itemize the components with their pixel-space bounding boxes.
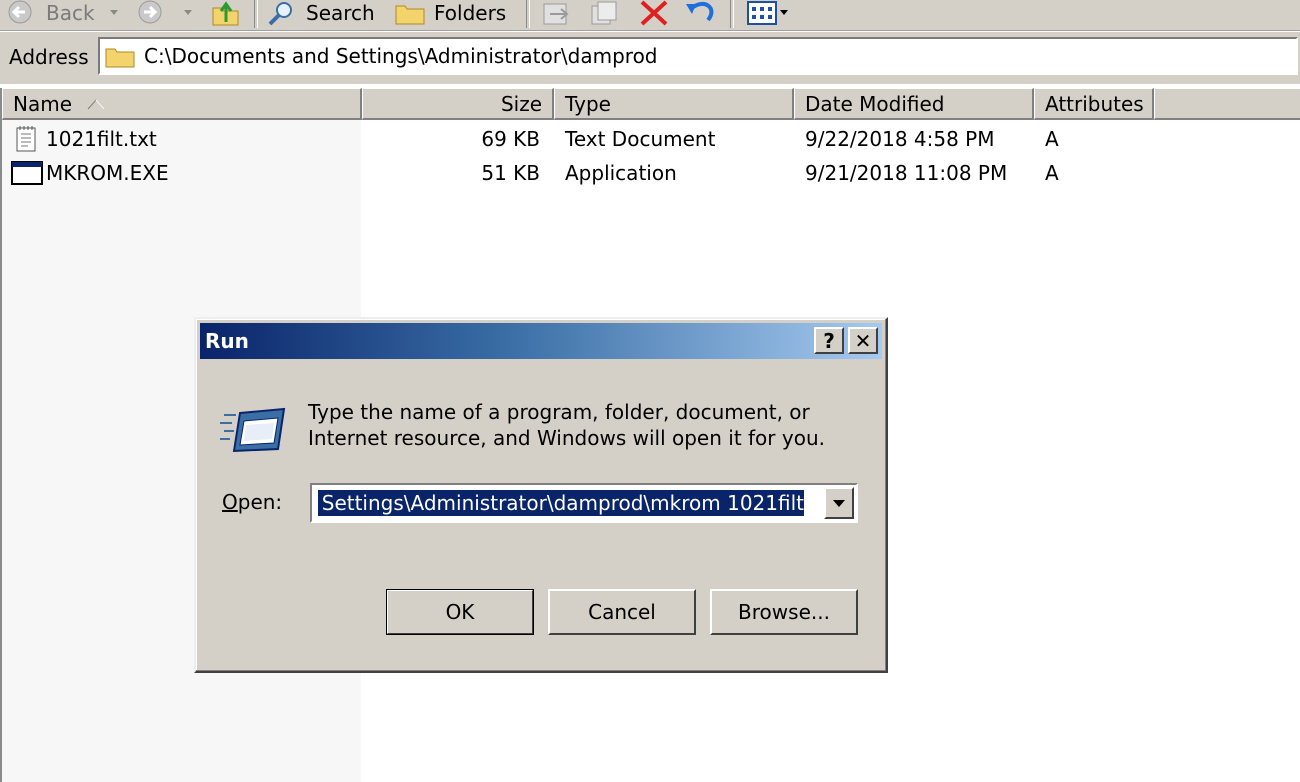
- run-dialog: Run ? ✕ Type the name of a program, fold…: [194, 317, 888, 673]
- file-type: Application: [565, 161, 677, 185]
- chevron-down-icon: [833, 500, 845, 507]
- explorer-toolbar: Back Search Folders: [0, 0, 1300, 31]
- prompt-line-1: Type the name of a program, folder, docu…: [308, 400, 810, 424]
- file-size: 69 KB: [481, 127, 540, 151]
- copy-to-icon: [591, 1, 617, 25]
- file-row[interactable]: 1021filt.txt 69 KB Text Document 9/22/20…: [0, 123, 1300, 155]
- open-dropdown-button[interactable]: [824, 487, 854, 519]
- column-header-attributes[interactable]: Attributes: [1034, 88, 1154, 120]
- address-bar: Address C:\Documents and Settings\Admini…: [0, 32, 1300, 85]
- back-dropdown-icon[interactable]: [108, 0, 120, 26]
- forward-button[interactable]: [134, 0, 166, 26]
- run-program-icon: [220, 407, 286, 453]
- dialog-title: Run: [205, 329, 249, 353]
- file-name: 1021filt.txt: [46, 127, 157, 151]
- column-header-name-label: Name: [13, 91, 73, 116]
- views-grid-icon: [747, 1, 788, 25]
- ok-button-label: OK: [445, 600, 475, 624]
- column-header-size[interactable]: Size: [362, 88, 554, 120]
- file-attributes: A: [1045, 161, 1059, 185]
- views-button[interactable]: [746, 0, 792, 26]
- application-icon: [11, 161, 43, 185]
- delete-x-icon: [640, 0, 668, 26]
- browse-button[interactable]: Browse...: [710, 589, 858, 635]
- file-size: 51 KB: [481, 161, 540, 185]
- address-input[interactable]: C:\Documents and Settings\Administrator\…: [98, 37, 1298, 75]
- back-button[interactable]: Back: [6, 0, 95, 26]
- help-button[interactable]: ?: [814, 327, 844, 354]
- toolbar-separator: [254, 0, 258, 28]
- browse-button-label: Browse...: [738, 600, 830, 624]
- up-folder-button[interactable]: [210, 0, 242, 26]
- move-to-button[interactable]: [540, 0, 574, 26]
- up-folder-icon: [212, 1, 239, 26]
- text-file-icon: [16, 126, 36, 152]
- column-header-date-modified[interactable]: Date Modified: [794, 88, 1034, 120]
- cancel-button-label: Cancel: [588, 600, 656, 624]
- sort-ascending-icon: [87, 98, 105, 109]
- open-input-value[interactable]: nd Settings\Administrator\damprod\mkrom …: [318, 490, 804, 516]
- address-path: C:\Documents and Settings\Administrator\…: [144, 44, 658, 68]
- search-button[interactable]: Search: [266, 0, 375, 26]
- list-border: [0, 88, 2, 782]
- forward-dropdown-icon[interactable]: [182, 0, 194, 26]
- file-date: 9/22/2018 4:58 PM: [805, 127, 995, 151]
- undo-icon: [686, 1, 714, 22]
- folders-button[interactable]: Folders: [394, 0, 506, 26]
- ok-button[interactable]: OK: [386, 589, 534, 635]
- folder-icon: [105, 48, 135, 68]
- search-label: Search: [306, 1, 375, 25]
- close-button[interactable]: ✕: [848, 327, 878, 354]
- column-header-size-label: Size: [500, 91, 542, 116]
- file-type: Text Document: [565, 127, 716, 151]
- back-arrow-icon: [8, 0, 32, 24]
- column-header-attributes-label: Attributes: [1045, 91, 1144, 116]
- dialog-titlebar[interactable]: Run ? ✕: [200, 323, 882, 359]
- column-header-type[interactable]: Type: [554, 88, 794, 120]
- column-header-filler: [1154, 88, 1300, 120]
- run-prompt: Type the name of a program, folder, docu…: [308, 399, 825, 451]
- column-header-name[interactable]: Name: [2, 88, 362, 120]
- copy-to-button[interactable]: [588, 0, 622, 26]
- cancel-button[interactable]: Cancel: [548, 589, 696, 635]
- file-row[interactable]: MKROM.EXE 51 KB Application 9/21/2018 11…: [0, 157, 1300, 189]
- search-icon: [268, 2, 292, 26]
- file-name: MKROM.EXE: [46, 161, 169, 185]
- open-combobox[interactable]: nd Settings\Administrator\damprod\mkrom …: [310, 483, 858, 523]
- file-attributes: A: [1045, 127, 1059, 151]
- open-label: Open:: [222, 490, 283, 514]
- column-header-type-label: Type: [565, 91, 611, 116]
- column-header-date-label: Date Modified: [805, 91, 945, 116]
- toolbar-separator: [526, 0, 530, 28]
- prompt-line-2: Internet resource, and Windows will open…: [308, 426, 825, 450]
- folders-label: Folders: [434, 1, 507, 25]
- move-to-icon: [543, 3, 569, 25]
- forward-arrow-icon: [138, 0, 162, 24]
- address-label: Address: [9, 45, 89, 69]
- close-icon: ✕: [854, 328, 872, 353]
- file-date: 9/21/2018 11:08 PM: [805, 161, 1008, 185]
- help-icon: ?: [823, 328, 835, 353]
- folder-icon: [395, 5, 425, 25]
- delete-button[interactable]: [638, 0, 670, 26]
- undo-button[interactable]: [684, 0, 718, 26]
- toolbar-separator: [730, 0, 734, 28]
- back-label: Back: [46, 1, 95, 25]
